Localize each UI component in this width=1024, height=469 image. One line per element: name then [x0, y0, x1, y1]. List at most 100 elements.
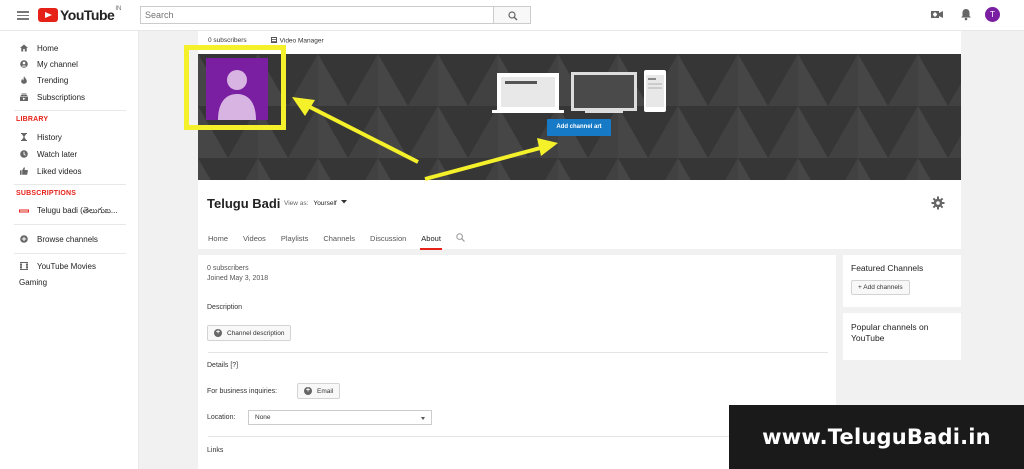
view-as-label: View as: — [284, 200, 309, 207]
location-label: Location: — [207, 414, 236, 421]
sidebar-item-label: Subscriptions — [37, 92, 86, 102]
links-heading: Links — [207, 447, 224, 454]
flame-icon — [21, 76, 27, 84]
channel-top-links: 0 subscribers Video Manager — [208, 37, 324, 45]
tab-about[interactable]: About — [420, 234, 442, 250]
video-manager-link[interactable]: Video Manager — [270, 37, 324, 45]
location-select[interactable]: None — [248, 410, 432, 425]
about-subscribers: 0 subscribers — [207, 265, 249, 272]
caret-down-icon — [340, 200, 347, 204]
search-button[interactable] — [493, 6, 531, 24]
view-as-selector[interactable]: View as: Yourself — [284, 200, 347, 207]
bell-icon[interactable] — [960, 8, 972, 21]
sidebar-item-label: Watch later — [37, 149, 78, 159]
banner-pattern — [198, 54, 961, 180]
menu-icon[interactable] — [17, 9, 29, 21]
popular-channels-title: Popular channels on YouTube — [851, 322, 929, 343]
video-manager-icon — [270, 37, 277, 43]
sidebar-item-label: My channel — [37, 59, 78, 69]
featured-channels-title: Featured Channels — [851, 263, 924, 273]
channel-thumb-icon — [19, 209, 29, 213]
sidebar-item-label: Browse channels — [37, 234, 98, 244]
hourglass-icon — [21, 133, 27, 141]
sidebar-item-trending[interactable]: Trending — [20, 73, 68, 87]
view-as-value: Yourself — [313, 200, 337, 207]
subscribers-link[interactable]: 0 subscribers — [208, 37, 247, 45]
add-channels-button[interactable]: + Add channels — [851, 280, 910, 295]
sidebar-item-watch-later[interactable]: Watch later — [20, 147, 77, 161]
laptop-illustration — [492, 73, 564, 113]
details-heading: Details [?] — [207, 362, 239, 369]
channel-tabs: Home Videos Playlists Channels Discussio… — [208, 233, 465, 250]
section-divider — [208, 352, 828, 353]
location-value: None — [255, 414, 271, 421]
email-button[interactable]: + Email — [297, 383, 341, 399]
gear-icon[interactable] — [931, 196, 945, 210]
add-channel-art-button[interactable]: Add channel art — [547, 119, 611, 136]
channel-title: Telugu Badi — [207, 196, 281, 211]
tab-playlists[interactable]: Playlists — [281, 234, 309, 250]
subscriptions-icon — [20, 93, 28, 101]
upload-video-icon[interactable] — [930, 8, 944, 20]
sidebar-item-history[interactable]: History — [20, 130, 62, 144]
featured-channels-card: Featured Channels + Add channels — [843, 255, 961, 307]
phone-illustration — [644, 70, 666, 112]
channel-banner[interactable] — [198, 54, 961, 180]
about-joined-date: Joined May 3, 2018 — [207, 275, 269, 282]
clock-icon — [20, 150, 28, 158]
sidebar-item-subscriptions[interactable]: Subscriptions — [20, 90, 85, 104]
tv-illustration — [571, 72, 637, 113]
search-input[interactable] — [140, 6, 494, 24]
sidebar-item-label: History — [37, 132, 62, 142]
film-icon — [20, 262, 28, 270]
sidebar-divider — [14, 110, 126, 111]
sidebar-item-my-channel[interactable]: My channel — [20, 57, 78, 71]
play-logo-icon — [38, 8, 58, 22]
sidebar-item-label: Liked videos — [37, 166, 82, 176]
search-icon[interactable] — [456, 233, 465, 242]
sidebar-item-telugu-badi[interactable]: Telugu badi (తెలుగుబ... — [19, 204, 118, 218]
account-avatar[interactable]: T — [985, 7, 1000, 22]
sidebar-item-label: Telugu badi (తెలుగుబ... — [37, 205, 118, 215]
email-label: Email — [317, 387, 334, 395]
top-bar: YouTube IN T — [0, 0, 1024, 31]
add-channels-label: + Add channels — [858, 284, 903, 291]
sidebar-divider — [14, 253, 126, 254]
search-icon — [508, 11, 518, 21]
sidebar-divider — [14, 184, 126, 185]
logo-region: IN — [115, 6, 122, 12]
caret-down-icon — [421, 417, 425, 420]
tab-videos[interactable]: Videos — [243, 234, 266, 250]
description-heading: Description — [207, 304, 243, 311]
sidebar-item-label: Home — [37, 43, 59, 53]
library-heading: LIBRARY — [16, 116, 49, 123]
add-circle-icon: + — [214, 329, 222, 337]
sidebar-item-liked-videos[interactable]: Liked videos — [20, 164, 81, 178]
default-avatar-icon — [218, 70, 256, 120]
business-inquiries-label: For business inquiries: — [207, 388, 278, 395]
tab-channels[interactable]: Channels — [323, 234, 355, 250]
add-circle-icon: + — [304, 387, 312, 395]
subscriptions-heading: SUBSCRIPTIONS — [16, 190, 77, 197]
channel-description-label: Channel description — [227, 329, 285, 337]
tab-home[interactable]: Home — [208, 234, 228, 250]
sidebar-item-label: Gaming — [19, 277, 48, 287]
logo-text: YouTube — [60, 7, 115, 23]
sidebar: Home My channel Trending Subscriptions L… — [0, 31, 139, 469]
sidebar-item-youtube-movies[interactable]: YouTube Movies — [20, 259, 96, 273]
tab-discussion[interactable]: Discussion — [370, 234, 406, 250]
channel-description-button[interactable]: + Channel description — [207, 325, 292, 341]
sidebar-item-gaming[interactable]: Gaming — [19, 275, 47, 289]
home-icon — [20, 44, 28, 52]
sidebar-item-home[interactable]: Home — [20, 41, 58, 55]
youtube-logo[interactable]: YouTube IN — [38, 6, 122, 23]
sidebar-item-browse-channels[interactable]: Browse channels — [20, 232, 98, 246]
thumbs-up-icon — [20, 167, 28, 175]
sidebar-item-label: Trending — [37, 75, 69, 85]
channel-avatar[interactable] — [206, 58, 268, 120]
popular-channels-card: Popular channels on YouTube — [843, 313, 961, 360]
add-circle-icon — [20, 235, 28, 243]
watermark: www.TeluguBadi.in — [729, 405, 1024, 469]
video-manager-label: Video Manager — [279, 37, 324, 45]
person-icon — [20, 60, 28, 68]
